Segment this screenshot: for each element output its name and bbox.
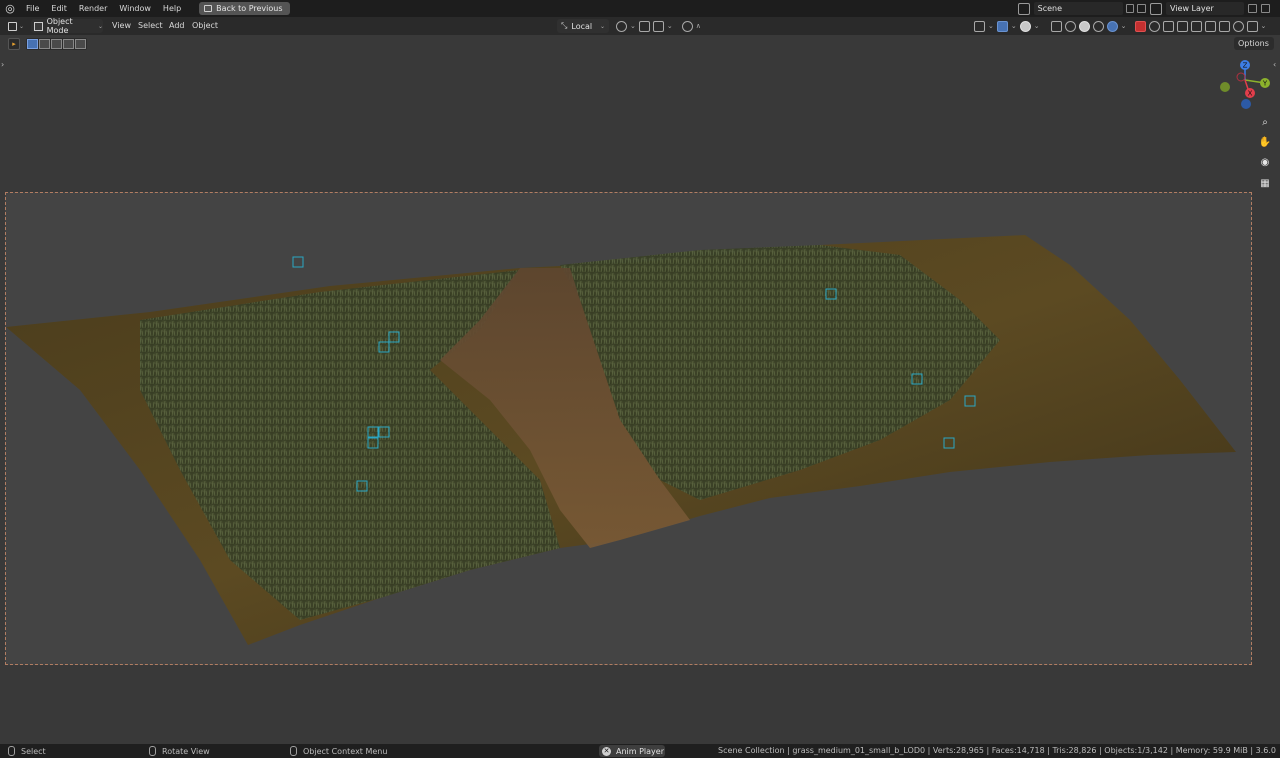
rotate-hint: Rotate View <box>149 744 210 758</box>
gizmo-neg-z-icon <box>1241 99 1251 109</box>
gizmo-neg-x-icon <box>1236 72 1246 82</box>
play-icon[interactable]: ▸ <box>8 38 20 50</box>
selection-mode-group <box>26 38 87 50</box>
navigation-gizmo[interactable]: Z Y X <box>1217 58 1273 114</box>
context-menu-hint-label: Object Context Menu <box>303 746 388 756</box>
tool-settings-row: ▸ <box>8 38 87 50</box>
select-new-icon[interactable] <box>27 39 38 49</box>
close-icon[interactable]: ✕ <box>602 746 611 756</box>
gizmo-x-label: X <box>1248 90 1253 98</box>
gizmo-y-label: Y <box>1262 80 1268 88</box>
rotate-hint-label: Rotate View <box>162 746 210 756</box>
camera-view-icon[interactable]: ◉ <box>1256 153 1274 171</box>
ortho-toggle-icon[interactable]: ▦ <box>1256 174 1274 192</box>
select-intersect-icon[interactable] <box>75 39 86 49</box>
zoom-view-icon[interactable]: ⌕ <box>1256 113 1274 131</box>
toolbar-expand-icon[interactable]: › <box>1 60 4 69</box>
scene-statistics: Scene Collection | grass_medium_01_small… <box>718 746 1276 755</box>
select-hint: Select <box>8 744 46 758</box>
gizmo-z-label: Z <box>1243 62 1248 70</box>
sidebar-expand-icon[interactable]: ‹ <box>1273 60 1276 69</box>
mouse-right-icon <box>290 746 297 756</box>
select-hint-label: Select <box>21 746 46 756</box>
origin-marker <box>292 256 304 268</box>
status-bar: Select Rotate View Object Context Menu ✕… <box>0 744 1280 758</box>
mouse-middle-icon <box>149 746 156 756</box>
gizmo-neg-y-icon <box>1220 82 1230 92</box>
anim-player-label: Anim Player <box>616 746 664 756</box>
terrain-render <box>6 235 1236 645</box>
options-dropdown[interactable]: Options <box>1234 37 1274 50</box>
context-menu-hint: Object Context Menu <box>290 744 387 758</box>
pan-view-icon[interactable]: ✋ <box>1256 133 1274 151</box>
select-subtract-icon[interactable] <box>51 39 62 49</box>
anim-player-button[interactable]: ✕ Anim Player <box>599 745 665 757</box>
select-invert-icon[interactable] <box>63 39 74 49</box>
select-extend-icon[interactable] <box>39 39 50 49</box>
mouse-left-icon <box>8 746 15 756</box>
